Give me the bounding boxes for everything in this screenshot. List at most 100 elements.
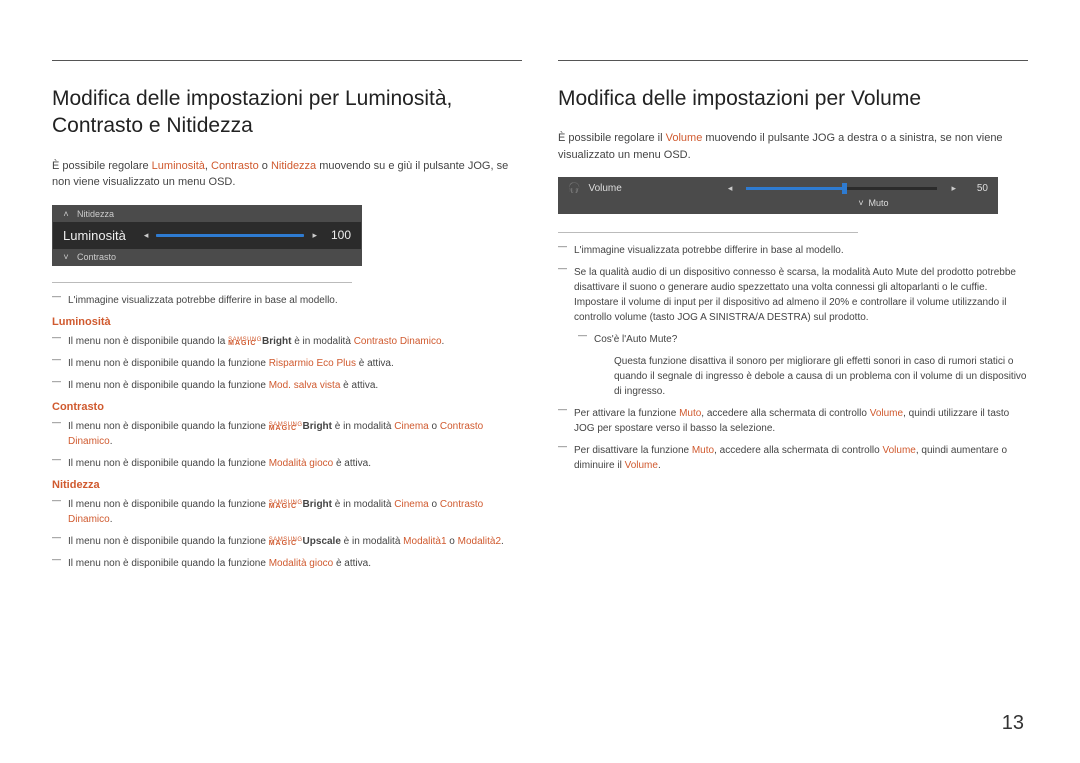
osd-bottom-label: Contrasto: [77, 252, 116, 262]
kw-volume: Volume: [666, 132, 703, 144]
headphones-icon: 🎧: [568, 183, 580, 194]
note: Il menu non è disponibile quando la funz…: [52, 356, 522, 371]
kw: Cinema: [394, 499, 428, 510]
t: è attiva.: [340, 380, 378, 391]
t: Il menu non è disponibile quando la funz…: [68, 380, 269, 391]
rule-thin-left: [52, 282, 352, 283]
t: è in modalità: [341, 536, 403, 547]
subhead-contrasto: Contrasto: [52, 401, 522, 413]
osd-volume-value: 50: [964, 183, 988, 194]
kw: Muto: [692, 445, 714, 456]
osd-top-label: Nitidezza: [77, 209, 114, 219]
triangle-left-icon: ◂: [728, 183, 733, 194]
intro-right: È possibile regolare il Volume muovendo …: [558, 130, 1028, 163]
kw: Volume: [870, 408, 903, 419]
osd-row-bottom: ˅ Contrasto: [53, 249, 361, 265]
osd-row-top: ˄ Nitidezza: [53, 206, 361, 222]
t: o: [429, 421, 440, 432]
t: Il menu non è disponibile quando la funz…: [68, 458, 269, 469]
right-column: Modifica delle impostazioni per Volume È…: [558, 60, 1028, 578]
osd-row-main: Luminosità ◂ ▸ 100: [53, 222, 361, 249]
slider-track: [156, 234, 304, 237]
osd-mute-row: ˅ Muto: [568, 198, 988, 208]
osd-mute-label: Muto: [869, 198, 889, 208]
t: Il menu non è disponibile quando la funz…: [68, 536, 269, 547]
osd-slider: ◂ ▸ 100: [144, 228, 351, 242]
note: Il menu non è disponibile quando la funz…: [52, 419, 522, 449]
kw: Muto: [679, 408, 701, 419]
t: o: [259, 160, 271, 172]
triangle-right-icon: ▸: [951, 183, 956, 194]
note-automute-ans: Questa funzione disattiva il sonoro per …: [578, 354, 1028, 399]
rule-top-left: [52, 60, 522, 61]
triangle-left-icon: ◂: [144, 230, 149, 241]
kw: Mod. salva vista: [269, 380, 341, 391]
volume-knob: [842, 183, 847, 194]
kw: Volume: [625, 460, 658, 471]
osd-value: 100: [325, 228, 351, 242]
kw-luminosita: Luminosità: [152, 160, 205, 172]
volume-fill: [746, 187, 842, 190]
kw-nitidezza: Nitidezza: [271, 160, 316, 172]
heading-right: Modifica delle impostazioni per Volume: [558, 85, 1028, 112]
magic-logo: SAMSUNGMAGIC: [269, 423, 303, 432]
t: .: [110, 436, 113, 447]
subhead-luminosita: Luminosità: [52, 316, 522, 328]
magic-logo: SAMSUNGMAGIC: [269, 538, 303, 547]
note: Il menu non è disponibile quando la funz…: [52, 556, 522, 571]
t: Bright: [303, 421, 332, 432]
t: Questa funzione disattiva il sonoro per …: [614, 356, 1027, 397]
magic-logo: SAMSUNGMAGIC: [228, 338, 262, 347]
kw-contrasto: Contrasto: [211, 160, 259, 172]
t: , accedere alla schermata di controllo: [701, 408, 869, 419]
page-number: 13: [1002, 712, 1024, 735]
subhead-nitidezza: Nitidezza: [52, 479, 522, 491]
note-automute: Se la qualità audio di un dispositivo co…: [558, 265, 1028, 325]
kw: Contrasto Dinamico: [354, 336, 442, 347]
note: Il menu non è disponibile quando la funz…: [52, 534, 522, 549]
note: Il menu non è disponibile quando la funz…: [52, 378, 522, 393]
t: è in modalità: [332, 421, 394, 432]
kw: Cinema: [394, 421, 428, 432]
t: È possibile regolare il: [558, 132, 666, 144]
t: .: [110, 514, 113, 525]
kw: Modalità1: [403, 536, 446, 547]
t: Il menu non è disponibile quando la funz…: [68, 421, 269, 432]
kw: Modalità gioco: [269, 458, 333, 469]
t: o: [447, 536, 458, 547]
osd-main-label: Luminosità: [63, 228, 126, 243]
osd-volume-row: 🎧 Volume ◂ ▸ 50: [568, 183, 988, 194]
t: .: [501, 536, 504, 547]
note-model-left: L'immagine visualizzata potrebbe differi…: [52, 293, 522, 308]
t: Il menu non è disponibile quando la funz…: [68, 558, 269, 569]
volume-track: [746, 187, 937, 190]
osd-volume-label: Volume: [588, 183, 621, 194]
t: Il menu non è disponibile quando la: [68, 336, 228, 347]
t: Bright: [303, 499, 332, 510]
t: .: [658, 460, 661, 471]
t: è attiva.: [356, 358, 394, 369]
rule-top-right: [558, 60, 1028, 61]
kw: Modalità gioco: [269, 558, 333, 569]
t: Per disattivare la funzione: [574, 445, 692, 456]
heading-left: Modifica delle impostazioni per Luminosi…: [52, 85, 522, 140]
t: Il menu non è disponibile quando la funz…: [68, 358, 269, 369]
t: Per attivare la funzione: [574, 408, 679, 419]
kw: Volume: [883, 445, 916, 456]
chevron-up-icon: ˄: [61, 209, 71, 219]
note-muto-enable: Per attivare la funzione Muto, accedere …: [558, 406, 1028, 436]
t: .: [442, 336, 445, 347]
note: Il menu non è disponibile quando la SAMS…: [52, 334, 522, 349]
t: è in modalità: [332, 499, 394, 510]
t: è in modalità: [291, 336, 353, 347]
t: è attiva.: [333, 558, 371, 569]
note-muto-disable: Per disattivare la funzione Muto, accede…: [558, 443, 1028, 473]
t: , accedere alla schermata di controllo: [714, 445, 882, 456]
note-automute-q: Cos'è l'Auto Mute?: [578, 332, 1028, 347]
slider-fill: [156, 234, 304, 237]
kw: Modalità2: [458, 536, 501, 547]
t: o: [429, 499, 440, 510]
note-model-right: L'immagine visualizzata potrebbe differi…: [558, 243, 1028, 258]
note: Il menu non è disponibile quando la funz…: [52, 456, 522, 471]
t: Il menu non è disponibile quando la funz…: [68, 499, 269, 510]
